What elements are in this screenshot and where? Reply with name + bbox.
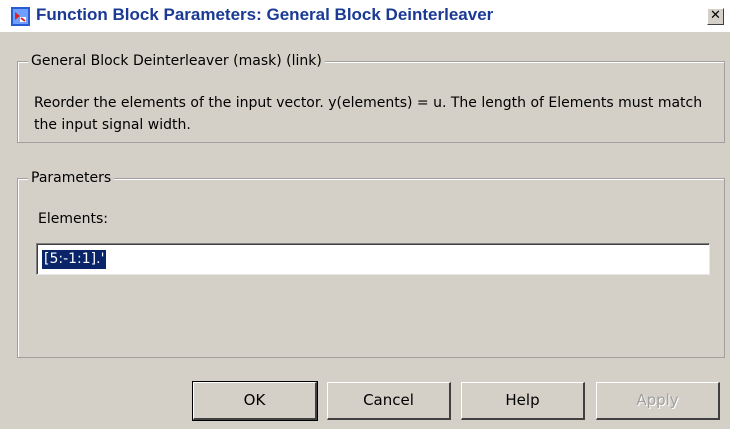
- elements-label: Elements:: [38, 211, 108, 227]
- apply-button[interactable]: Apply: [596, 382, 720, 420]
- close-icon[interactable]: ✕: [707, 8, 724, 25]
- elements-input[interactable]: [5:-1:1].': [36, 243, 710, 275]
- mask-description-text: Reorder the elements of the input vector…: [34, 95, 703, 133]
- window-title: Function Block Parameters: General Block…: [36, 5, 494, 24]
- title-bar[interactable]: Function Block Parameters: General Block…: [0, 0, 730, 32]
- parameters-legend: Parameters: [28, 169, 115, 187]
- cancel-button[interactable]: Cancel: [327, 382, 451, 420]
- mask-group-legend: General Block Deinterleaver (mask) (link…: [28, 52, 325, 70]
- ok-button[interactable]: OK: [192, 381, 318, 421]
- help-button[interactable]: Help: [461, 382, 585, 420]
- elements-input-value: [5:-1:1].': [42, 250, 107, 269]
- simulink-block-icon: [11, 7, 30, 26]
